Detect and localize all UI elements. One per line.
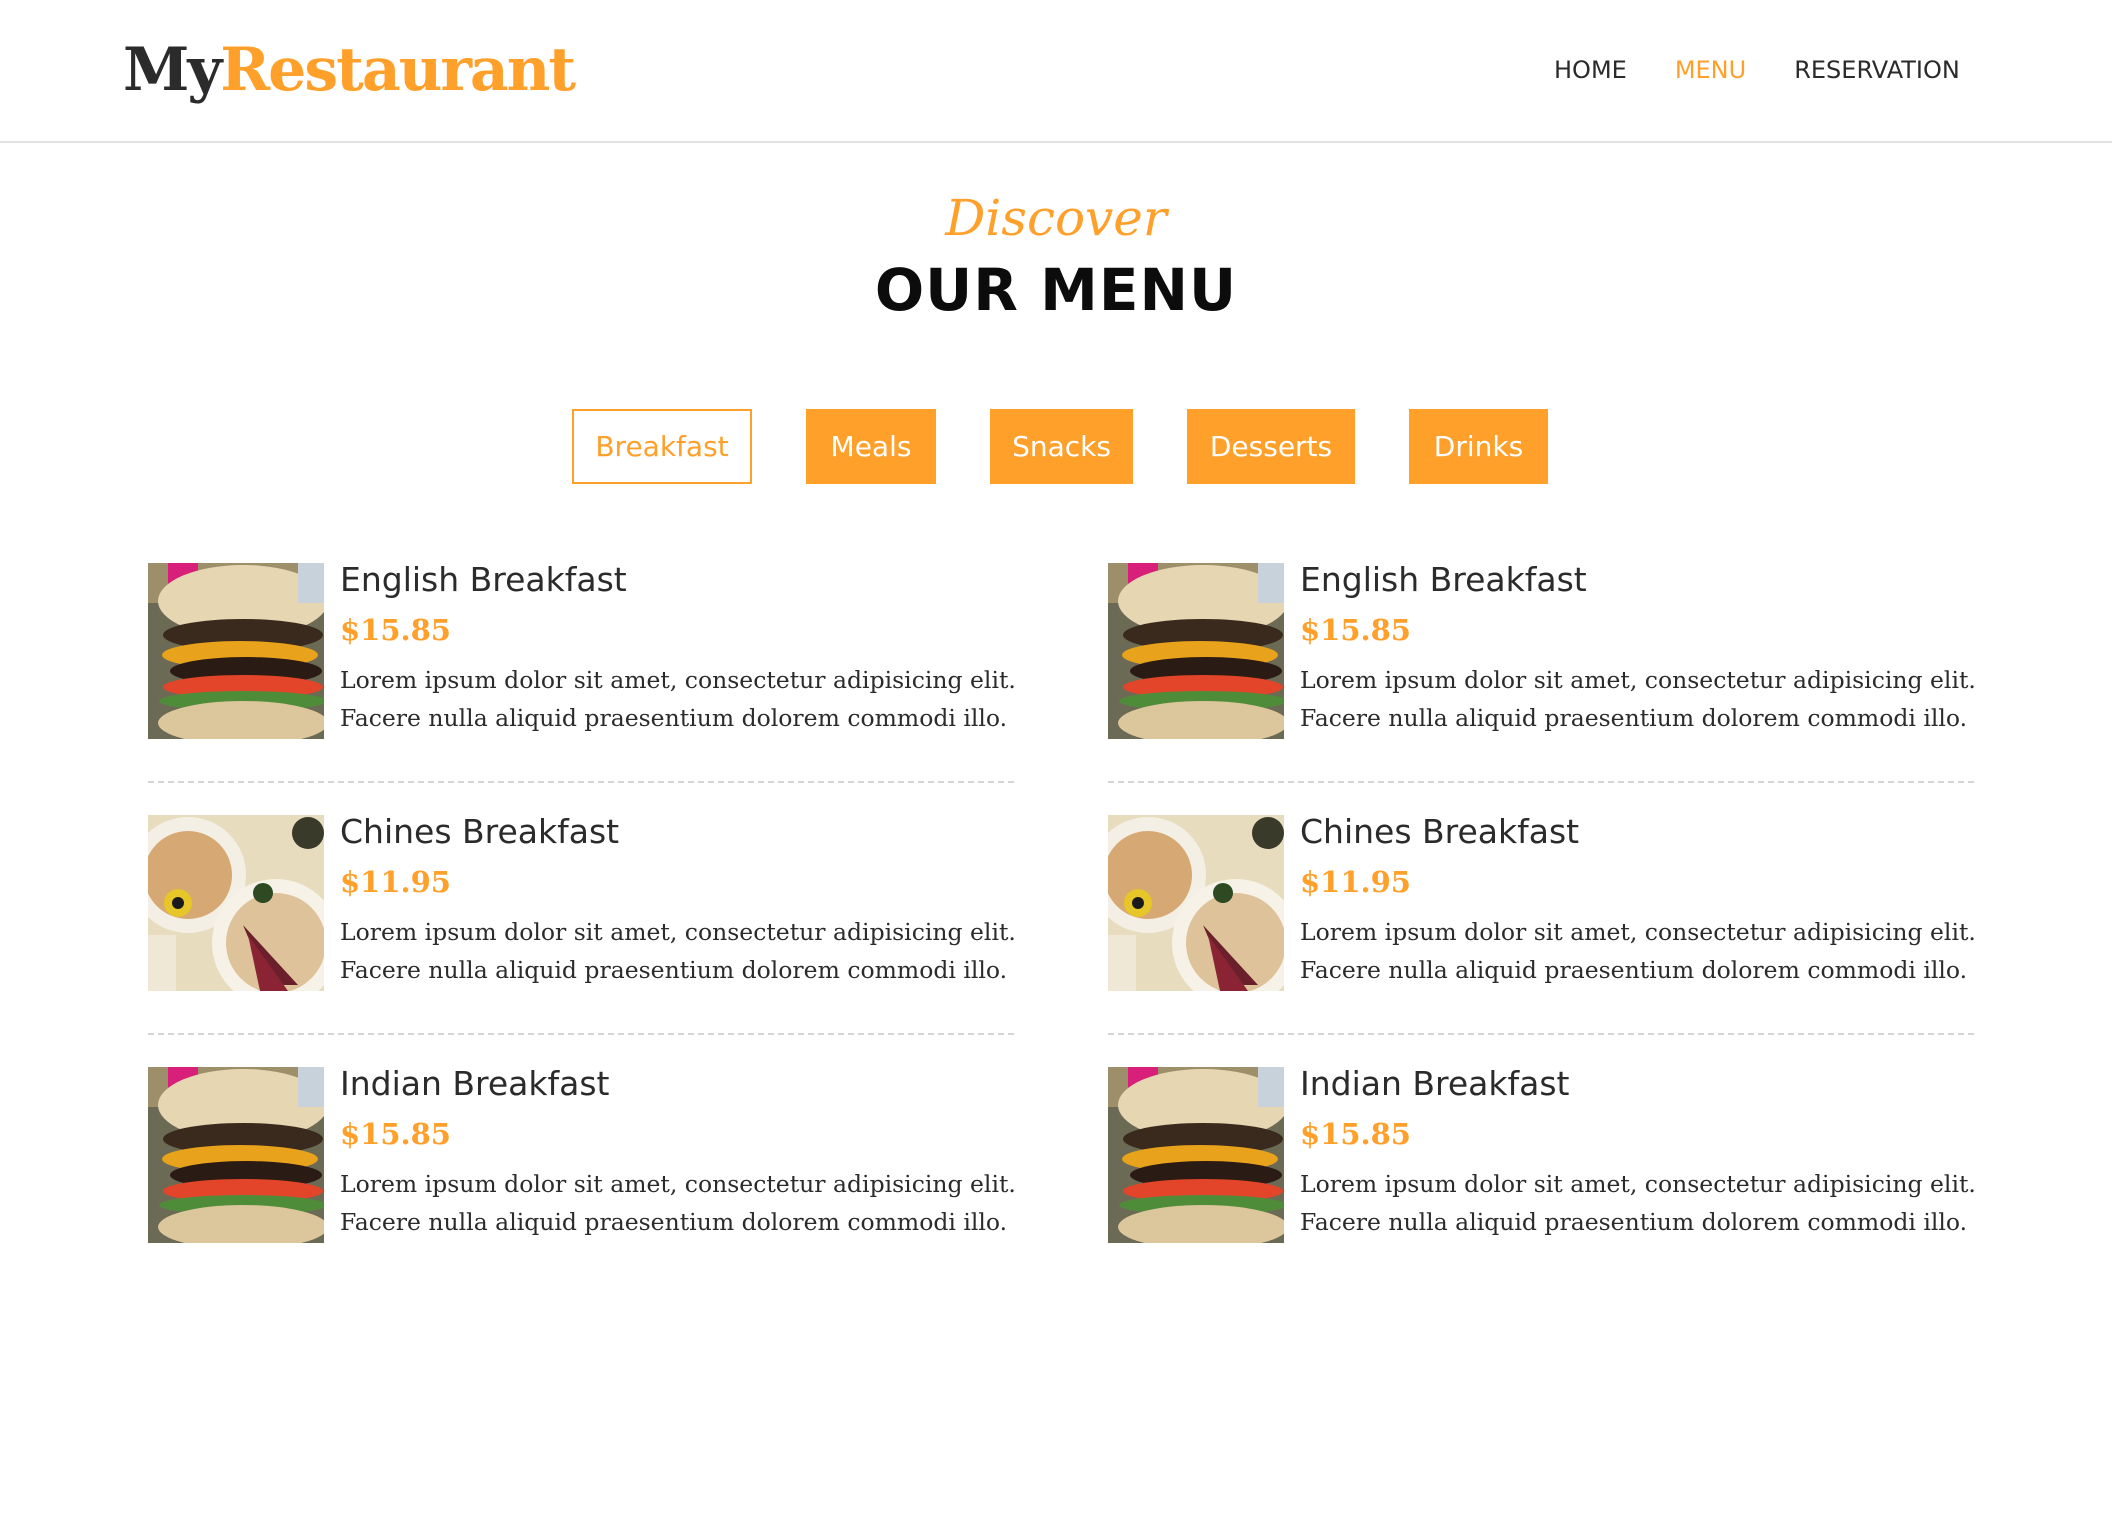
menu-column-right: English Breakfast $15.85 Lorem ipsum dol… — [1108, 563, 1976, 1243]
menu-item-description-line1: Lorem ipsum dolor sit amet, consectetur … — [1300, 918, 1976, 946]
plate-photo — [1108, 815, 1284, 991]
top-navbar: MyRestaurant HOME MENU RESERVATION — [0, 0, 2112, 143]
section-kicker: Discover — [945, 189, 1167, 247]
menu-item-description-line2: Facere nulla aliquid praesentium dolorem… — [1300, 1208, 1968, 1236]
menu-item-description-line1: Lorem ipsum dolor sit amet, consectetur … — [1300, 1170, 1976, 1198]
section-title: OUR MENU — [874, 256, 1238, 324]
menu-item-name: Chines Breakfast — [340, 812, 620, 851]
menu-item-description-line2: Facere nulla aliquid praesentium dolorem… — [340, 956, 1008, 984]
tab-breakfast[interactable]: Breakfast — [572, 409, 752, 484]
brand-logo[interactable]: MyRestaurant — [123, 30, 576, 110]
menu-item-description-line1: Lorem ipsum dolor sit amet, consectetur … — [1300, 666, 1976, 694]
burger-photo — [1108, 563, 1284, 739]
menu-category-tabs: Breakfast Meals Snacks Desserts Drinks — [572, 409, 1548, 484]
menu-item-price: $11.95 — [340, 865, 451, 899]
menu-item-description-line1: Lorem ipsum dolor sit amet, consectetur … — [340, 918, 1016, 946]
nav-link-home[interactable]: HOME — [1554, 50, 1627, 90]
tab-desserts[interactable]: Desserts — [1187, 409, 1355, 484]
menu-item[interactable]: English Breakfast $15.85 Lorem ipsum dol… — [148, 563, 1016, 739]
menu-item[interactable]: Indian Breakfast $15.85 Lorem ipsum dolo… — [148, 1067, 1016, 1243]
menu-item-name: Chines Breakfast — [1300, 812, 1580, 851]
burger-photo — [148, 563, 324, 739]
menu-item-price: $15.85 — [1300, 1117, 1411, 1151]
menu-item-name: Indian Breakfast — [1300, 1064, 1570, 1103]
tab-meals[interactable]: Meals — [806, 409, 936, 484]
menu-item[interactable]: Chines Breakfast $11.95 Lorem ipsum dolo… — [148, 815, 1016, 991]
menu-item-price: $11.95 — [1300, 865, 1411, 899]
menu-item[interactable]: Indian Breakfast $15.85 Lorem ipsum dolo… — [1108, 1067, 1976, 1243]
burger-photo — [1108, 1067, 1284, 1243]
menu-item[interactable]: Chines Breakfast $11.95 Lorem ipsum dolo… — [1108, 815, 1976, 991]
menu-item-name: Indian Breakfast — [340, 1064, 610, 1103]
menu-item-description-line2: Facere nulla aliquid praesentium dolorem… — [1300, 956, 1968, 984]
menu-item-description-line2: Facere nulla aliquid praesentium dolorem… — [340, 704, 1008, 732]
menu-item-description-line2: Facere nulla aliquid praesentium dolorem… — [1300, 704, 1968, 732]
menu-item-description-line1: Lorem ipsum dolor sit amet, consectetur … — [340, 1170, 1016, 1198]
menu-item-name: English Breakfast — [1300, 560, 1587, 599]
tab-drinks[interactable]: Drinks — [1409, 409, 1548, 484]
menu-item-description-line2: Facere nulla aliquid praesentium dolorem… — [340, 1208, 1008, 1236]
nav-link-reservation[interactable]: RESERVATION — [1794, 50, 1960, 90]
burger-photo — [148, 1067, 324, 1243]
menu-item[interactable]: English Breakfast $15.85 Lorem ipsum dol… — [1108, 563, 1976, 739]
menu-item-name: English Breakfast — [340, 560, 627, 599]
tab-snacks[interactable]: Snacks — [990, 409, 1133, 484]
brand-logo-part2: Restaurant — [220, 35, 576, 105]
plate-photo — [148, 815, 324, 991]
menu-item-price: $15.85 — [340, 1117, 451, 1151]
brand-logo-part1: My — [123, 35, 222, 105]
menu-item-price: $15.85 — [340, 613, 451, 647]
menu-column-left: English Breakfast $15.85 Lorem ipsum dol… — [148, 563, 1016, 1243]
main-nav: HOME MENU RESERVATION — [1554, 50, 1960, 90]
nav-link-menu[interactable]: MENU — [1675, 50, 1746, 90]
menu-item-price: $15.85 — [1300, 613, 1411, 647]
menu-item-description-line1: Lorem ipsum dolor sit amet, consectetur … — [340, 666, 1016, 694]
